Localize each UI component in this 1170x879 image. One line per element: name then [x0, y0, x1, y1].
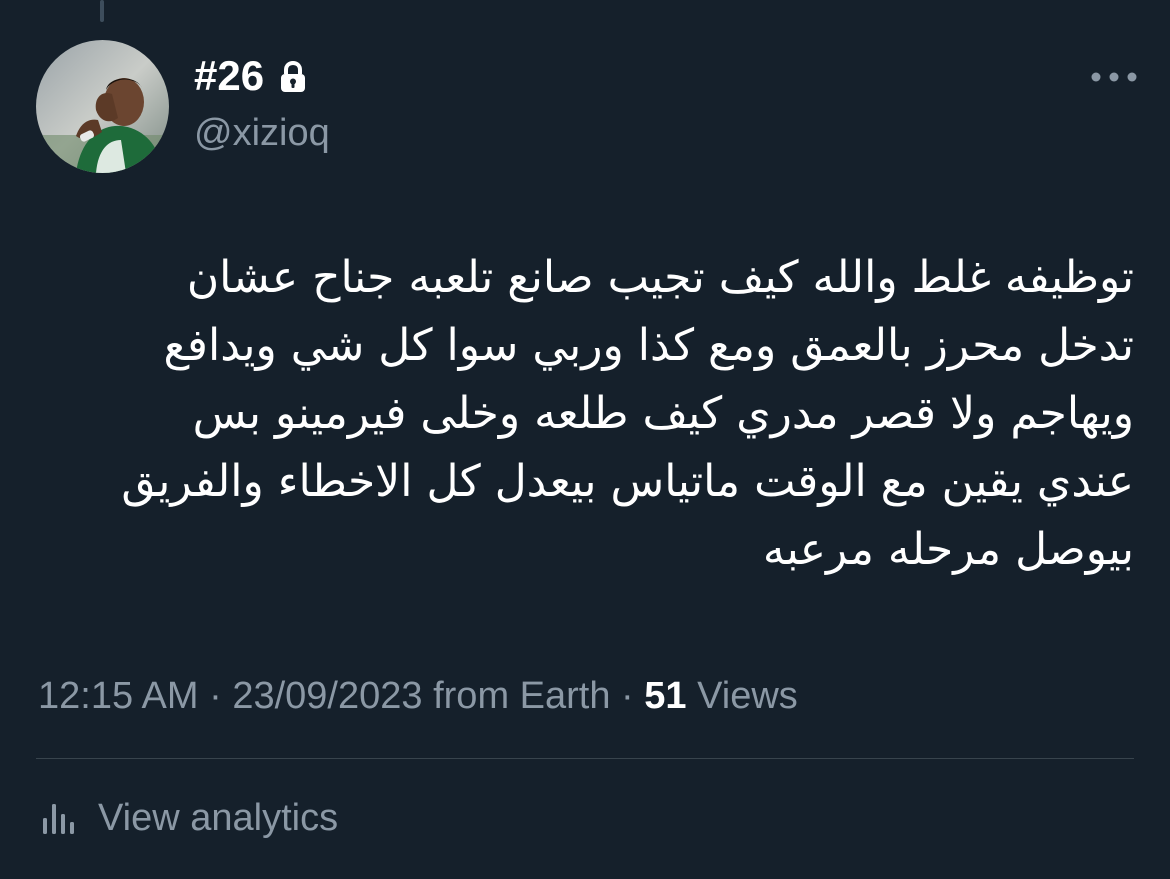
- view-analytics-button[interactable]: View analytics: [38, 794, 338, 842]
- meta-separator: ·: [621, 675, 634, 717]
- author-display-name[interactable]: #26: [194, 52, 264, 100]
- tweet-metadata: 12:15 AM · 23/09/2023 from Earth · 51 Vi…: [38, 672, 798, 720]
- analytics-bars-icon: [43, 804, 74, 834]
- meta-separator: ·: [209, 675, 222, 717]
- tweet-text: توظيفه غلط والله كيف تجيب صانع تلعبه جنا…: [121, 252, 1134, 575]
- avatar[interactable]: [36, 40, 169, 173]
- tweet-detail-page: #26 @xizioq توظيفه غلط والله كيف تجيب صا…: [0, 0, 1170, 879]
- view-analytics-label[interactable]: View analytics: [98, 794, 338, 842]
- views-label[interactable]: Views: [697, 675, 798, 717]
- tweet-date[interactable]: 23/09/2023: [232, 675, 422, 717]
- avatar-image: [36, 40, 169, 173]
- thread-connector-line: [100, 0, 104, 22]
- lock-icon: [278, 60, 308, 94]
- divider: [36, 758, 1134, 759]
- tweet-source: from Earth: [433, 675, 611, 717]
- tweet-time[interactable]: 12:15 AM: [38, 675, 199, 717]
- author-handle[interactable]: @xizioq: [194, 110, 330, 156]
- author-display-name-row[interactable]: #26: [194, 52, 308, 100]
- views-count[interactable]: 51: [644, 675, 686, 717]
- more-horizontal-icon[interactable]: [1088, 66, 1140, 88]
